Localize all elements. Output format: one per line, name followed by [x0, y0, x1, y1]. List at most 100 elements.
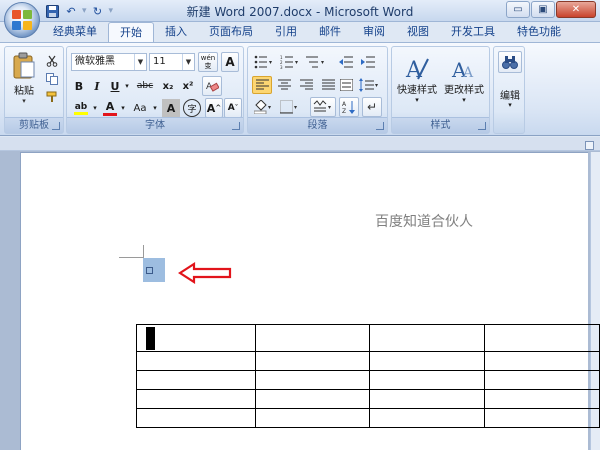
tab-page-layout[interactable]: 页面布局	[198, 22, 264, 43]
font-color-button[interactable]: A	[101, 99, 119, 117]
document-table[interactable]	[136, 324, 600, 428]
tab-home[interactable]: 开始	[108, 22, 154, 43]
align-left-button[interactable]	[252, 76, 272, 94]
table-cell[interactable]	[254, 389, 371, 409]
numbering-button[interactable]: 1 2 3 ▾	[278, 53, 302, 71]
underline-dropdown-icon[interactable]: ▾	[123, 77, 131, 95]
align-left-icon	[255, 79, 269, 90]
table-cell[interactable]	[136, 408, 256, 428]
table-row	[136, 351, 600, 371]
table-cell[interactable]	[369, 408, 486, 428]
table-cell[interactable]	[254, 351, 371, 371]
superscript-button[interactable]: x²	[179, 77, 197, 95]
table-cell[interactable]	[136, 389, 256, 409]
copy-button[interactable]	[43, 71, 61, 87]
borders-button[interactable]: ▾	[278, 98, 302, 116]
tab-classic-menu[interactable]: 经典菜单	[42, 22, 108, 43]
highlight-dropdown-icon[interactable]: ▾	[91, 99, 99, 117]
font-size-dropdown-icon[interactable]: ▼	[182, 54, 194, 70]
font-name-dropdown-icon[interactable]: ▼	[134, 54, 146, 70]
font-color-dropdown-icon[interactable]: ▾	[119, 99, 127, 117]
table-cell[interactable]	[254, 370, 371, 390]
table-cell[interactable]	[369, 370, 486, 390]
ribbon: 粘贴 ▾ 剪贴板 微软雅黑 ▼ 11 ▼ wén 变 A B I U ▾ abc…	[0, 42, 600, 136]
sort-button[interactable]: A Z	[339, 97, 359, 117]
shrink-font-button[interactable]: Aˇ	[224, 98, 242, 118]
change-case-dropdown-icon[interactable]: ▾	[151, 99, 159, 117]
distributed-button[interactable]	[338, 76, 354, 94]
line-spacing-button[interactable]: ▾	[356, 76, 384, 94]
font-name-combo[interactable]: 微软雅黑 ▼	[71, 53, 147, 71]
quick-styles-button[interactable]: A 快速样式 ▾	[394, 50, 440, 108]
tab-insert[interactable]: 插入	[154, 22, 198, 43]
tab-references[interactable]: 引用	[264, 22, 308, 43]
tab-developer[interactable]: 开发工具	[440, 22, 506, 43]
cut-button[interactable]	[43, 53, 61, 69]
format-painter-button[interactable]	[43, 89, 61, 105]
decrease-indent-button[interactable]	[336, 53, 356, 71]
table-cell[interactable]	[484, 324, 600, 352]
justify-button[interactable]	[318, 76, 338, 94]
tab-mailings[interactable]: 邮件	[308, 22, 352, 43]
clear-formatting-button[interactable]: A	[202, 76, 222, 96]
font-color-label: A	[105, 99, 115, 113]
increase-indent-button[interactable]	[358, 53, 378, 71]
italic-button[interactable]: I	[89, 77, 105, 95]
tab-view[interactable]: 视图	[396, 22, 440, 43]
align-right-button[interactable]	[296, 76, 316, 94]
highlight-button[interactable]: ab	[71, 99, 91, 117]
align-center-button[interactable]	[274, 76, 294, 94]
show-hide-marks-button[interactable]: ↵	[362, 97, 382, 117]
paste-button[interactable]: 粘贴 ▾	[8, 51, 40, 105]
ruler-toggle-icon[interactable]	[585, 141, 594, 150]
paste-label: 粘贴	[14, 85, 34, 97]
table-cell[interactable]	[136, 324, 256, 352]
enclose-characters-button[interactable]: 字	[183, 99, 201, 117]
binoculars-icon	[502, 56, 518, 69]
paragraph-launcher-icon[interactable]	[376, 122, 384, 130]
bullets-button[interactable]: ▾	[252, 53, 276, 71]
change-styles-button[interactable]: A A 更改样式 ▾	[441, 50, 487, 108]
table-cell[interactable]	[484, 408, 600, 428]
font-size-combo[interactable]: 11 ▼	[149, 53, 195, 71]
table-cell[interactable]	[484, 370, 600, 390]
phonetic-guide-button[interactable]: wén 变	[198, 52, 218, 72]
font-launcher-icon[interactable]	[232, 122, 240, 130]
font-color-bar	[103, 112, 117, 116]
decrease-indent-icon	[339, 56, 353, 68]
table-cell[interactable]	[369, 389, 486, 409]
table-cell[interactable]	[369, 351, 486, 371]
minimize-button[interactable]: ▭	[506, 1, 530, 18]
editing-button[interactable]	[498, 51, 522, 73]
restore-button[interactable]: ▣	[531, 1, 555, 18]
tab-review[interactable]: 审阅	[352, 22, 396, 43]
multilevel-list-button[interactable]: ▾	[304, 53, 328, 71]
grow-font-button[interactable]: A ^	[205, 98, 223, 118]
chinese-layout-button[interactable]: ▾	[310, 97, 336, 117]
change-case-button[interactable]: Aa	[129, 99, 151, 117]
paint-bucket-icon: ▾	[254, 100, 271, 114]
character-border-button[interactable]: A	[221, 52, 239, 72]
table-cell[interactable]	[254, 324, 371, 352]
quick-styles-label: 快速样式	[397, 84, 437, 96]
styles-launcher-icon[interactable]	[478, 122, 486, 130]
shading-button[interactable]: ▾	[252, 98, 276, 116]
table-cell[interactable]	[254, 408, 371, 428]
table-cell[interactable]	[136, 351, 256, 371]
styles-group-label: 样式	[392, 117, 489, 133]
subscript-button[interactable]: x₂	[159, 77, 177, 95]
tab-features[interactable]: 特色功能	[506, 22, 572, 43]
table-cell[interactable]	[136, 370, 256, 390]
table-cell[interactable]	[484, 351, 600, 371]
bold-button[interactable]: B	[71, 77, 87, 95]
numbering-icon: 1 2 3 ▾	[280, 55, 298, 69]
svg-text:▾: ▾	[375, 82, 378, 89]
table-cell[interactable]	[484, 389, 600, 409]
close-button[interactable]: ✕	[556, 1, 596, 18]
underline-button[interactable]: U	[107, 77, 123, 95]
table-cell[interactable]	[369, 324, 486, 352]
strikethrough-button[interactable]: abc	[133, 77, 157, 95]
character-shading-button[interactable]: A	[162, 99, 180, 117]
office-button[interactable]	[4, 2, 40, 38]
clipboard-launcher-icon[interactable]	[52, 122, 60, 130]
